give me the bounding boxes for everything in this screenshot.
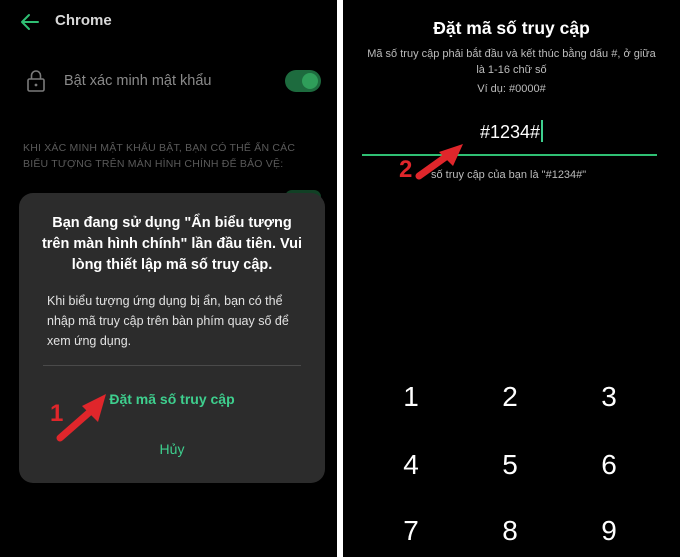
key-5[interactable]: 5 (480, 440, 540, 490)
access-code-input[interactable]: #1234# (343, 120, 680, 143)
lock-icon (27, 70, 45, 92)
toggle-knob (302, 73, 318, 89)
back-arrow-icon[interactable] (18, 10, 42, 34)
key-6[interactable]: 6 (579, 440, 639, 490)
dialog-title: Bạn đang sử dụng "Ẩn biểu tượng trên màn… (41, 215, 303, 273)
key-2[interactable]: 2 (480, 372, 540, 422)
app-title: Chrome (55, 12, 112, 29)
right-screen: Đặt mã số truy cập Mã số truy cập phải b… (343, 0, 680, 557)
key-3[interactable]: 3 (579, 372, 639, 422)
dialog-message: Khi biểu tượng ứng dụng bị ẩn, bạn có th… (47, 294, 289, 348)
access-code-value: #1234# (479, 122, 541, 142)
section-hint: KHI XÁC MINH MẬT KHẨU BẬT, BẠN CÓ THỂ ẨN… (23, 142, 296, 170)
key-7[interactable]: 7 (381, 506, 441, 556)
left-screen: Chrome Bật xác minh mật khẩu KHI XÁC MIN… (0, 0, 337, 557)
annotation-arrow-icon (415, 144, 463, 180)
page-title: Đặt mã số truy cập (433, 18, 590, 38)
code-example: Ví dụ: #0000# (477, 83, 546, 95)
dialog-divider (43, 365, 301, 366)
password-verification-row[interactable]: Bật xác minh mật khẩu (0, 60, 337, 104)
password-verification-toggle[interactable] (285, 70, 321, 92)
key-8[interactable]: 8 (480, 506, 540, 556)
annotation-arrow-icon (56, 394, 106, 442)
setting-label: Bật xác minh mật khẩu (64, 73, 212, 89)
code-requirements: Mã số truy cập phải bắt đầu và kết thúc … (367, 48, 656, 76)
top-bar: Chrome (0, 0, 337, 44)
key-1[interactable]: 1 (381, 372, 441, 422)
annotation-number-2: 2 (399, 156, 413, 183)
text-cursor (541, 120, 544, 142)
key-4[interactable]: 4 (381, 440, 441, 490)
key-9[interactable]: 9 (579, 506, 639, 556)
